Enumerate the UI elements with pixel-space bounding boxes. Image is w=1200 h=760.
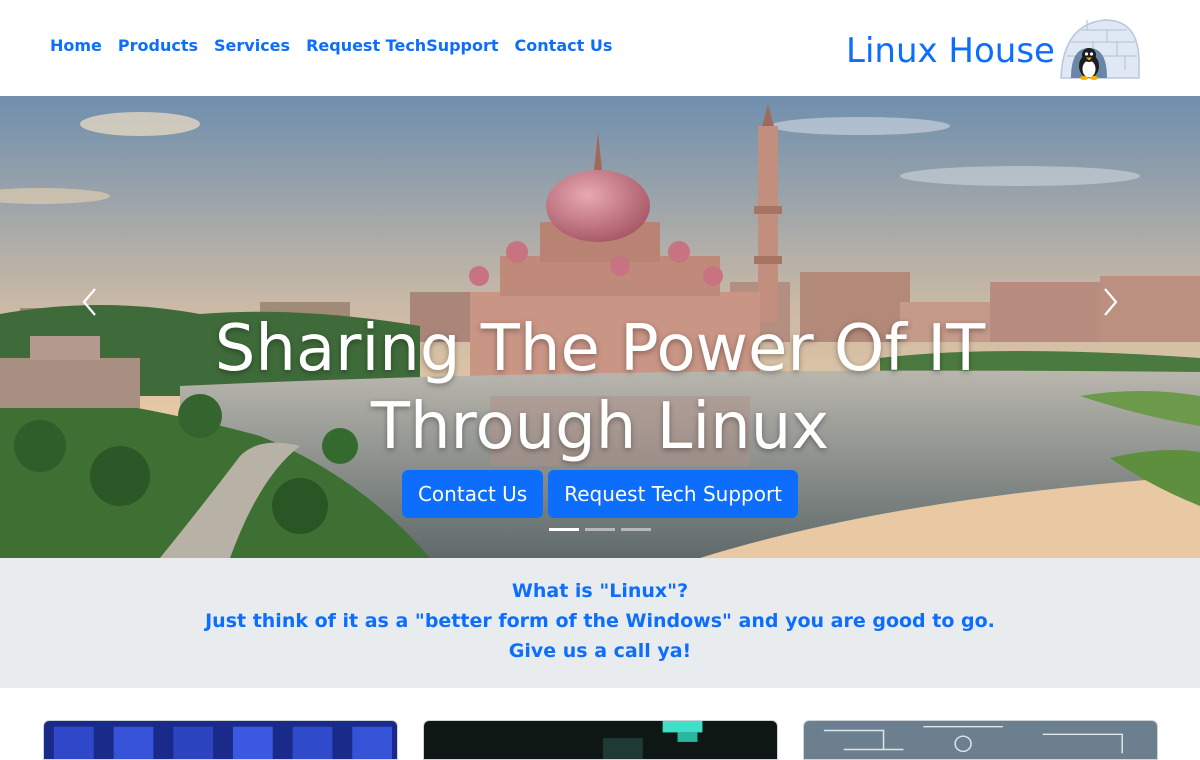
card-diagram-image[interactable] — [803, 720, 1158, 760]
info-explanation: Just think of it as a "better form of th… — [205, 610, 995, 632]
carousel-indicators — [549, 528, 657, 531]
code-screen-image — [424, 721, 777, 759]
info-call-to-action: Give us a call ya! — [508, 640, 692, 662]
contact-us-button[interactable]: Contact Us — [401, 470, 544, 518]
carousel-indicator-1[interactable] — [549, 528, 579, 531]
hero-title-line1: Sharing The Power Of IT — [214, 312, 986, 386]
card-servers-image[interactable] — [43, 720, 398, 760]
carousel-indicator-2[interactable] — [585, 528, 615, 531]
carousel-indicator-3[interactable] — [621, 528, 651, 531]
card-code-image[interactable] — [423, 720, 778, 760]
hero-buttons: Contact Us Request Tech Support — [0, 470, 1200, 518]
nav-request-techsupport-link[interactable]: Request TechSupport — [298, 36, 506, 55]
nav-contact-us-link[interactable]: Contact Us — [507, 36, 621, 55]
info-band: What is "Linux"? Just think of it as a "… — [0, 558, 1200, 688]
brand-name: Linux House — [846, 31, 1055, 71]
brand[interactable]: Linux House — [846, 14, 1141, 84]
nav-products-link[interactable]: Products — [110, 36, 206, 55]
cards-row — [0, 688, 1200, 760]
navbar: Home Products Services Request TechSuppo… — [0, 0, 1200, 96]
server-racks-image — [44, 721, 397, 759]
nav-home-link[interactable]: Home — [42, 36, 110, 55]
hero-caption: Sharing The Power Of IT Through Linux — [0, 310, 1200, 466]
hero-title-line2: Through Linux — [370, 390, 830, 464]
nav-services-link[interactable]: Services — [206, 36, 298, 55]
nav-links: Home Products Services Request TechSuppo… — [42, 36, 620, 55]
hero-carousel: Sharing The Power Of IT Through Linux Co… — [0, 96, 1200, 558]
igloo-penguin-logo — [1060, 19, 1140, 80]
request-tech-support-button[interactable]: Request Tech Support — [548, 470, 799, 518]
tech-sketch-image — [804, 721, 1157, 759]
info-question: What is "Linux"? — [511, 580, 689, 602]
